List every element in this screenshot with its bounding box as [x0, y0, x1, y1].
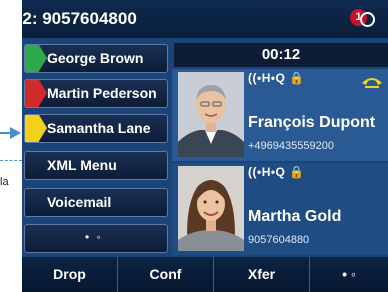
callout-line	[0, 160, 22, 161]
line-key-samantha-lane[interactable]: Samantha Lane	[24, 114, 168, 143]
line-key-george-brown[interactable]: George Brown	[24, 44, 168, 73]
caller-name: François Dupont	[248, 114, 376, 131]
call-timer: 00:12	[174, 43, 388, 67]
line-key-label: XML Menu	[47, 157, 117, 173]
drop-button[interactable]: Drop	[22, 257, 118, 292]
line-key-label: Martin Pederson	[47, 85, 157, 101]
conference-button[interactable]: Conf	[118, 257, 214, 292]
caller-photo-martha	[178, 166, 244, 251]
caller-number: +4969435559200	[248, 140, 334, 152]
line-title: L2: 9057604800	[22, 9, 137, 28]
caller-number: 9057604880	[248, 234, 310, 246]
caller-name: Martha Gold	[248, 208, 342, 225]
presence-away-icon	[25, 115, 47, 142]
more-softkeys-button[interactable]: • ◦	[310, 257, 388, 292]
presence-busy-icon	[25, 80, 47, 107]
missed-call-icon	[360, 12, 375, 27]
line-key-label: Voicemail	[47, 194, 112, 210]
caller-photo-francois	[178, 72, 244, 157]
line-key-label: George Brown	[47, 50, 144, 66]
line-key-xml-menu[interactable]: XML Menu	[24, 151, 168, 180]
missed-call-indicator[interactable]: 1	[350, 9, 376, 29]
softkey-bar: Drop Conf Xfer • ◦	[22, 257, 388, 292]
active-call[interactable]: ((•H•Q 🔒 François Dupont +4969435559200	[172, 69, 388, 161]
status-bar: L2: 9057604800 1	[22, 0, 388, 38]
line-key-label: Samantha Lane	[47, 120, 151, 136]
held-call[interactable]: ((•H•Q 🔒 Martha Gold 9057604880	[172, 163, 388, 255]
handset-icon	[360, 74, 384, 88]
phone-screen: L2: 9057604800 1 George Brown Martin Ped…	[22, 0, 388, 292]
callout-text: la	[0, 176, 9, 188]
transfer-button[interactable]: Xfer	[214, 257, 310, 292]
line-key-martin-pederson[interactable]: Martin Pederson	[24, 79, 168, 108]
pointer-arrow-icon	[0, 127, 24, 139]
hd-audio-secure-icons: ((•H•Q 🔒	[248, 71, 305, 85]
page-dots: • ◦	[85, 230, 103, 244]
presence-available-icon	[25, 45, 47, 72]
line-key-page-indicator[interactable]: • ◦	[24, 224, 168, 253]
hd-audio-secure-icons: ((•H•Q 🔒	[248, 165, 305, 179]
line-key-voicemail[interactable]: Voicemail	[24, 188, 168, 217]
